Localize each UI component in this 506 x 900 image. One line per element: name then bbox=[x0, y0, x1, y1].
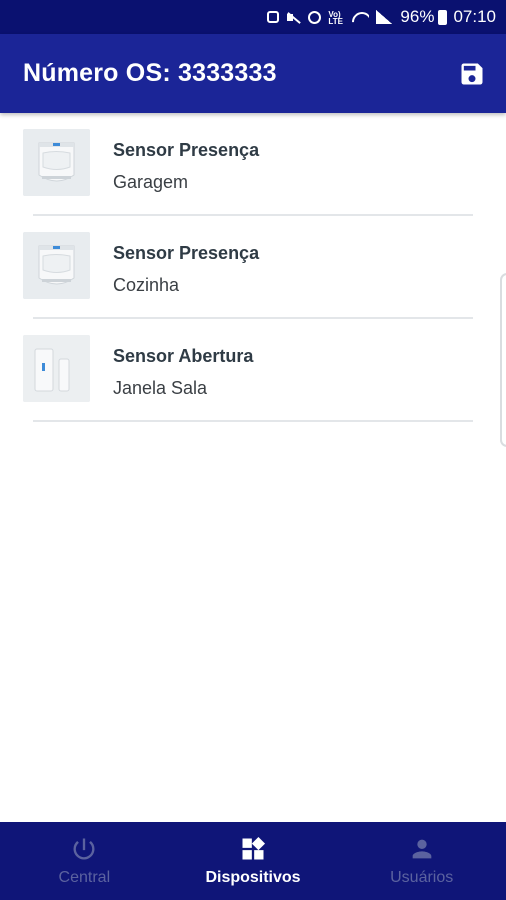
volte-icon: Vo) LTE bbox=[328, 9, 343, 26]
tab-label: Dispositivos bbox=[205, 869, 301, 886]
tab-dispositivos[interactable]: Dispositivos bbox=[169, 822, 338, 900]
device-name: Sensor Abertura bbox=[113, 346, 254, 366]
clock: 07:10 bbox=[453, 7, 496, 26]
lock-icon bbox=[267, 11, 280, 23]
device-name: Sensor Presença bbox=[113, 140, 260, 160]
device-location: Garagem bbox=[113, 172, 189, 192]
device-list: Sensor Presença Garagem Sensor Presença … bbox=[0, 113, 506, 422]
tab-usuarios[interactable]: Usuários bbox=[337, 822, 506, 900]
app-bar: Número OS: 3333333 bbox=[0, 34, 506, 113]
battery-icon bbox=[438, 9, 448, 25]
page-title: Número OS: 3333333 bbox=[23, 59, 277, 87]
device-location: Janela Sala bbox=[113, 378, 208, 398]
opening-sensor-image bbox=[23, 335, 90, 402]
status-icons: Vo) LTE bbox=[267, 9, 393, 26]
save-icon bbox=[461, 63, 483, 84]
presence-sensor-image bbox=[23, 129, 90, 196]
list-item[interactable]: Sensor Presença Garagem bbox=[0, 113, 506, 216]
signal-icon bbox=[376, 10, 393, 24]
list-item[interactable]: Sensor Presença Cozinha bbox=[0, 216, 506, 319]
alarm-icon bbox=[308, 10, 322, 24]
presence-sensor-image bbox=[23, 232, 90, 299]
status-bar: Vo) LTE 96% 07:10 bbox=[0, 0, 506, 34]
battery-percentage: 96% bbox=[400, 7, 435, 26]
tab-label: Central bbox=[58, 869, 111, 886]
save-button[interactable] bbox=[456, 58, 488, 90]
mute-icon bbox=[286, 11, 301, 24]
divider bbox=[33, 420, 473, 422]
power-icon bbox=[73, 838, 95, 860]
device-location: Cozinha bbox=[113, 275, 180, 295]
wifi-icon bbox=[351, 10, 369, 24]
devices-icon bbox=[242, 836, 266, 860]
tab-label: Usuários bbox=[390, 869, 454, 886]
bottom-navigation: Central Dispositivos Usuários bbox=[0, 822, 506, 900]
device-name: Sensor Presença bbox=[113, 243, 260, 263]
user-icon bbox=[412, 839, 432, 859]
list-item[interactable]: Sensor Abertura Janela Sala bbox=[0, 319, 506, 422]
tab-central[interactable]: Central bbox=[0, 822, 169, 900]
edge-panel-handle[interactable] bbox=[500, 273, 506, 447]
